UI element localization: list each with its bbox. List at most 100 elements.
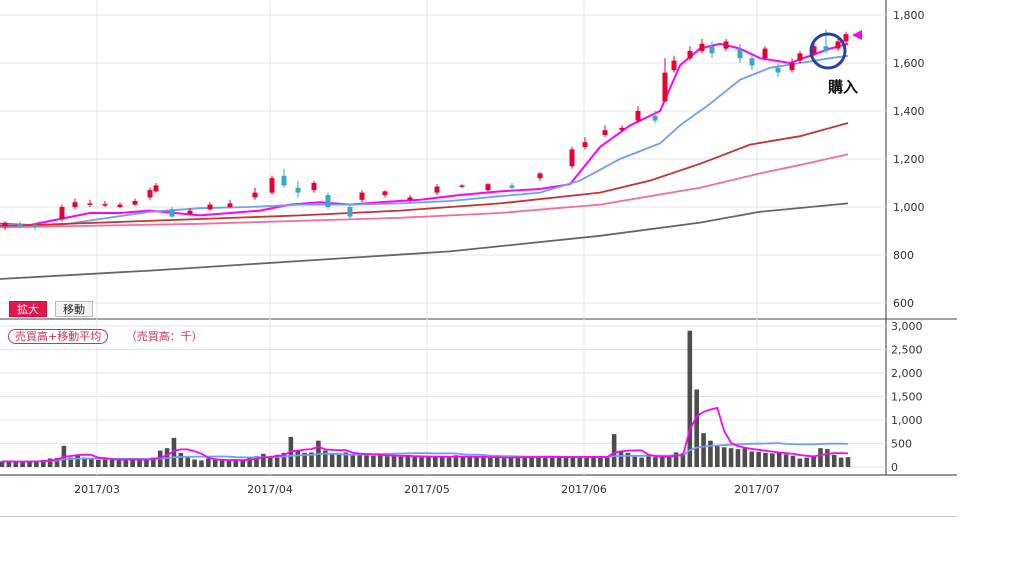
- volume-bar: [687, 330, 693, 467]
- volume-bar: [790, 455, 796, 467]
- volume-bar: [474, 457, 479, 467]
- volume-tick-label: 0: [891, 461, 898, 474]
- price-tick-label: 1,200: [893, 153, 925, 166]
- volume-bar: [735, 449, 741, 467]
- volume-bar: [116, 460, 122, 467]
- candle-up: [407, 197, 413, 200]
- volume-bar: [185, 457, 191, 467]
- candle-down: [749, 58, 755, 66]
- volume-tick-label: 2,000: [891, 367, 923, 380]
- volume-bar: [804, 457, 810, 467]
- volume-bar: [783, 454, 789, 467]
- price-tick-label: 1,600: [893, 57, 925, 70]
- volume-bar: [529, 456, 534, 467]
- candle-up: [687, 51, 693, 59]
- volume-bar: [838, 457, 844, 467]
- volume-bar: [13, 461, 19, 467]
- volume-bar: [831, 454, 837, 467]
- volume-bar: [797, 458, 803, 467]
- volume-bar: [439, 456, 445, 467]
- volume-bar: [192, 459, 197, 467]
- volume-bar: [604, 457, 610, 467]
- volume-bar: [144, 460, 149, 467]
- candle-up: [662, 72, 668, 102]
- candle-down: [325, 195, 331, 207]
- candle-up: [2, 222, 8, 227]
- candle-down: [295, 187, 301, 193]
- volume-bar: [261, 453, 266, 467]
- volume-bar: [467, 456, 473, 467]
- volume-bar: [109, 459, 115, 467]
- price-tick-label: 1,800: [893, 9, 925, 22]
- volume-bar: [199, 460, 204, 467]
- candle-up: [227, 203, 233, 207]
- candle-down: [281, 175, 287, 186]
- volume-bar: [770, 453, 775, 467]
- price-tick-label: 600: [893, 297, 914, 310]
- candle-up: [72, 202, 78, 207]
- x-tick-label: 2017/07: [734, 483, 780, 496]
- candle-down: [17, 223, 23, 227]
- volume-bar: [481, 457, 486, 467]
- volume-bar: [666, 456, 672, 467]
- volume-bar: [756, 451, 761, 467]
- footer-line: [0, 516, 957, 517]
- candle-up: [359, 192, 365, 200]
- candle-up: [602, 130, 608, 135]
- volume-bar: [206, 458, 211, 467]
- volume-bar: [694, 389, 699, 467]
- volume-bar: [825, 449, 830, 467]
- volume-bar: [715, 445, 720, 467]
- candle-down: [32, 225, 38, 228]
- volume-bar: [646, 456, 651, 467]
- price-tick-label: 800: [893, 249, 914, 262]
- x-tick-label: 2017/05: [404, 483, 450, 496]
- candle-up: [87, 203, 93, 205]
- volume-bar: [240, 459, 246, 467]
- volume-bar: [391, 456, 397, 467]
- volume-bar: [357, 454, 362, 467]
- candle-up: [153, 185, 159, 192]
- volume-legend: 売買高+移動平均 （売買高：千）: [8, 328, 203, 344]
- volume-bar: [267, 457, 273, 467]
- zoom-button[interactable]: 拡大: [9, 301, 47, 317]
- volume-bar: [412, 456, 417, 467]
- volume-bar: [446, 457, 452, 467]
- candle-down: [737, 48, 743, 59]
- candle-up: [207, 204, 213, 210]
- x-tick-label: 2017/04: [247, 483, 293, 496]
- volume-bar: [377, 454, 383, 467]
- move-button[interactable]: 移動: [55, 301, 93, 317]
- candle-up: [252, 192, 258, 198]
- candle-up: [699, 43, 705, 51]
- volume-unit-label: （売買高：千）: [125, 330, 203, 343]
- volume-tick-label: 500: [891, 438, 912, 451]
- volume-bar: [102, 459, 108, 467]
- volume-bar: [419, 457, 424, 467]
- candle-up: [582, 142, 588, 147]
- volume-bar: [405, 455, 411, 467]
- candle-up: [485, 184, 491, 191]
- volume-bar: [508, 457, 514, 467]
- volume-bar: [460, 457, 466, 467]
- volume-bar: [811, 455, 816, 467]
- volume-bar: [89, 458, 94, 467]
- candle-up: [835, 41, 841, 49]
- price-tick-label: 1,000: [893, 201, 925, 214]
- volume-bar: [721, 447, 727, 467]
- candle-up: [382, 191, 388, 195]
- volume-bar: [75, 454, 80, 467]
- volume-bar: [178, 452, 184, 467]
- volume-tick-label: 1,000: [891, 414, 923, 427]
- volume-bar: [611, 434, 617, 467]
- volume-bar: [488, 457, 493, 467]
- candle-up: [635, 111, 641, 121]
- volume-bar: [728, 448, 734, 467]
- candle-up: [269, 178, 275, 193]
- volume-bar: [137, 459, 142, 467]
- volume-bar: [226, 460, 232, 467]
- volume-bar: [776, 452, 782, 467]
- volume-bar: [701, 433, 706, 467]
- volume-bar: [632, 456, 638, 467]
- volume-legend-label: 売買高+移動平均: [8, 329, 109, 344]
